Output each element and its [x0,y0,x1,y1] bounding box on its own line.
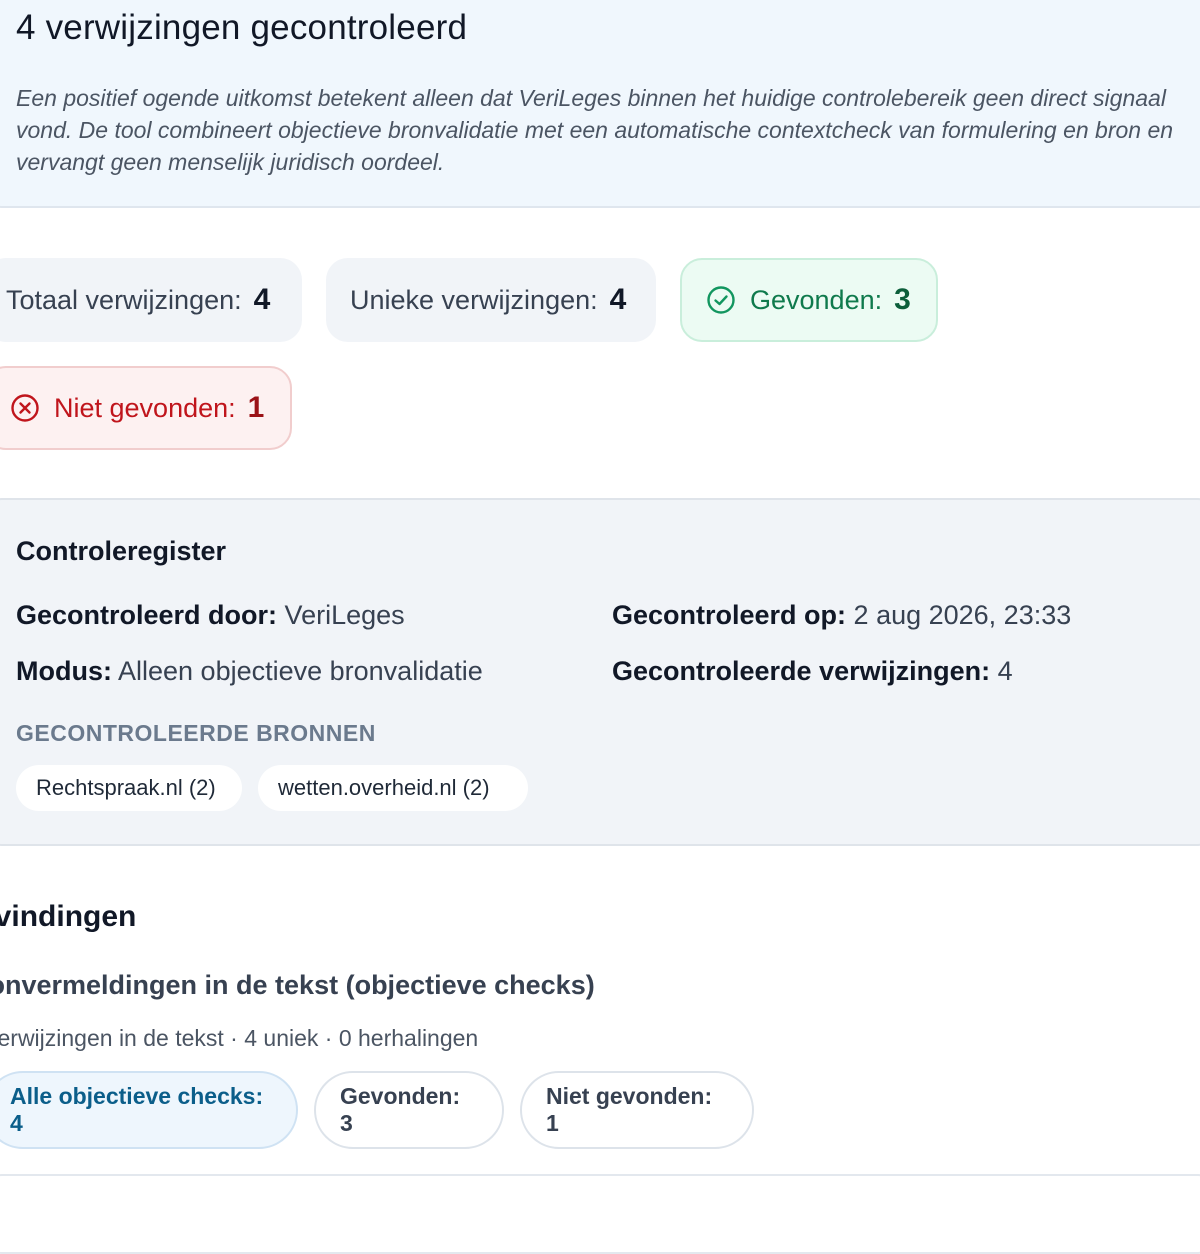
source-chip-label: wetten.overheid.nl (2) [278,775,490,800]
stat-found-label: Gevonden: [750,284,883,315]
checked-by-field: Gecontroleerd door: VeriLeges [16,600,405,631]
register-title: Controleregister [16,536,227,566]
stat-not-found: Niet gevonden: 1 [0,366,292,450]
source-chip-label: Rechtspraak.nl (2) [36,775,216,800]
checked-on-value: 2 aug 2026, 23:33 [853,600,1072,630]
stat-unique: Unieke verwijzingen: 4 [326,258,656,342]
filter-label: Alle objectieve checks: 4 [10,1083,264,1136]
source-chip-wetten: wetten.overheid.nl (2) [258,765,528,811]
findings-heading: evindingen [0,900,137,933]
findings-subheading: ronvermeldingen in de tekst (objectieve … [0,970,595,1000]
source-chip-rechtspraak: Rechtspraak.nl (2) [16,765,242,811]
page-title: 4 verwijzingen gecontroleerd [16,8,468,47]
filter-label: Gevonden: 3 [340,1083,461,1136]
stat-unique-value: 4 [609,283,627,316]
stat-total-label: Totaal verwijzingen: [6,284,242,315]
stat-not-found-value: 1 [247,391,265,424]
stat-not-found-label: Niet gevonden: [54,392,236,423]
checked-on-label: Gecontroleerd op: [612,600,847,630]
sources-heading: GECONTROLEERDE BRONNEN [16,720,376,746]
filter-label: Niet gevonden: 1 [546,1083,713,1136]
stat-found-value: 3 [894,283,911,316]
stat-total-value: 4 [253,283,271,316]
findings-meta: verwijzingen in de tekst · 4 uniek · 0 h… [0,1025,479,1051]
stat-unique-label: Unieke verwijzingen: [350,284,598,315]
filter-not-found[interactable]: Niet gevonden: 1 [520,1071,754,1149]
mode-label: Modus: [16,656,112,686]
checked-on-field: Gecontroleerd op: 2 aug 2026, 23:33 [612,600,1071,631]
checked-by-value: VeriLeges [284,600,405,630]
mode-value: Alleen objectieve bronvalidatie [118,656,483,686]
checked-by-label: Gecontroleerd door: [16,600,278,630]
stat-total: Totaal verwijzingen: 4 [0,258,302,342]
result-card [0,1174,1200,1254]
checked-refs-value: 4 [997,656,1013,686]
disclaimer-text: Een positief ogende uitkomst betekent al… [16,85,1174,175]
x-circle-icon [11,394,39,422]
checked-refs-field: Gecontroleerde verwijzingen: 4 [612,656,1013,687]
stat-found: Gevonden: 3 [680,258,938,342]
checked-refs-label: Gecontroleerde verwijzingen: [612,656,991,686]
mode-field: Modus: Alleen objectieve bronvalidatie [16,656,483,687]
filter-found[interactable]: Gevonden: 3 [314,1071,504,1149]
check-circle-icon [707,286,735,314]
filter-all-checks[interactable]: Alle objectieve checks: 4 [0,1071,298,1149]
